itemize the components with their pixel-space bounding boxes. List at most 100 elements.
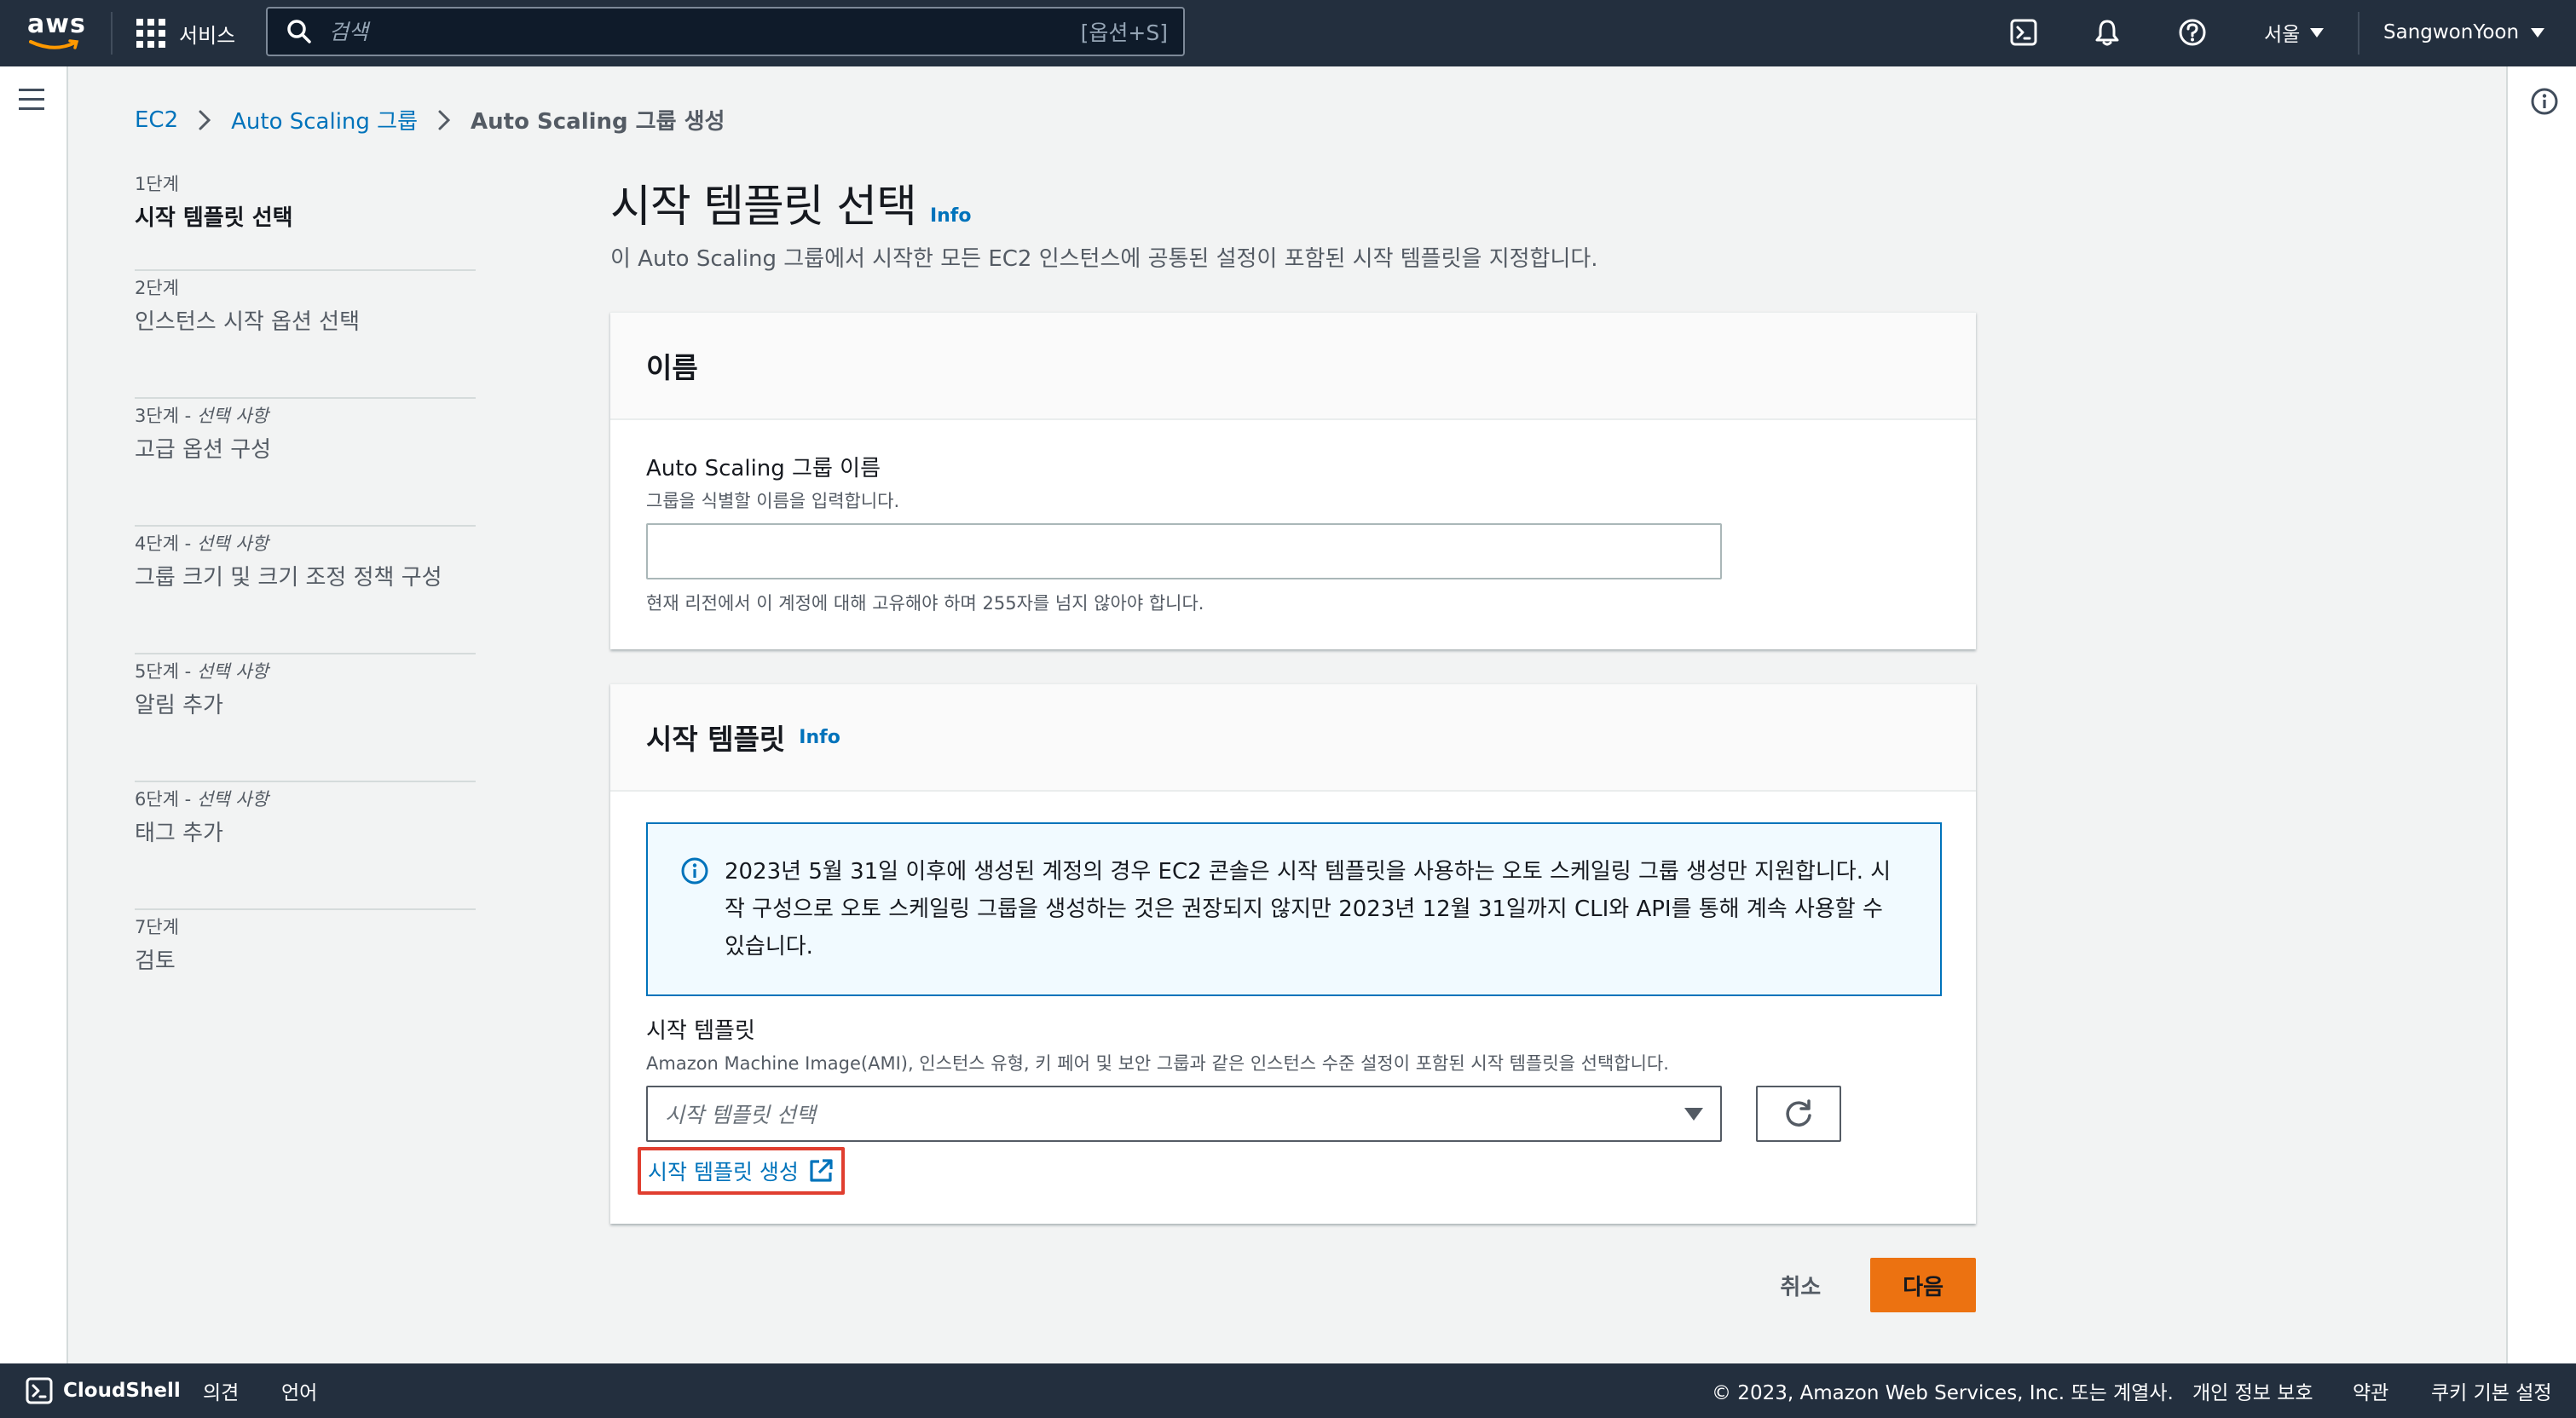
info-panel-icon[interactable] xyxy=(2530,87,2559,116)
select-placeholder: 시작 템플릿 선택 xyxy=(665,1103,816,1127)
caret-down-icon xyxy=(1684,1107,1703,1121)
step-number: 7단계 xyxy=(135,917,180,937)
step-title: 인스턴스 시작 옵션 선택 xyxy=(135,309,360,335)
account-name: SangwonYoon xyxy=(2383,21,2520,43)
step-number: 4단계 - 선택 사항 xyxy=(135,533,269,554)
aws-logo[interactable]: aws xyxy=(27,9,86,53)
asg-name-input[interactable] xyxy=(646,523,1722,579)
notifications-button[interactable] xyxy=(2090,15,2124,49)
asg-name-constraint: 현재 리전에서 이 계정에 대해 고유해야 하며 255자를 넘지 않아야 합니… xyxy=(646,593,1204,614)
asg-name-description: 그룹을 식별할 이름을 입력합니다. xyxy=(646,491,900,511)
help-icon xyxy=(2179,19,2206,46)
alert-message: 2023년 5월 31일 이후에 생성된 계정의 경우 EC2 콘솔은 시작 템… xyxy=(725,859,1892,960)
region-selector[interactable]: 서울 xyxy=(2264,15,2325,49)
nav-divider xyxy=(111,12,113,55)
refresh-icon xyxy=(1786,1099,1811,1127)
step-title: 그룹 크기 및 크기 조정 정책 구성 xyxy=(135,565,442,591)
name-panel: 이름 Auto Scaling 그룹 이름 그룹을 식별할 이름을 입력합니다.… xyxy=(610,312,1976,649)
search-icon xyxy=(287,20,311,43)
breadcrumb-current: Auto Scaling 그룹 생성 xyxy=(471,109,725,135)
breadcrumb: EC2 Auto Scaling 그룹 Auto Scaling 그룹 생성 xyxy=(135,104,725,135)
step-number: 5단계 - 선택 사항 xyxy=(135,661,269,682)
main-content: 시작 템플릿 선택 Info 이 Auto Scaling 그룹에서 시작한 모… xyxy=(610,170,1976,1312)
step-number: 2단계 xyxy=(135,278,180,298)
create-launch-template-link[interactable]: 시작 템플릿 생성 xyxy=(638,1147,845,1195)
refresh-button[interactable] xyxy=(1756,1086,1841,1142)
caret-down-icon xyxy=(2531,27,2545,37)
aws-logo-text: aws xyxy=(27,9,86,39)
launch-template-label: 시작 템플릿 xyxy=(646,1018,755,1044)
wizard-step-5[interactable]: 5단계 - 선택 사항 알림 추가 xyxy=(135,654,476,782)
services-label: 서비스 xyxy=(179,23,236,48)
step-title: 검토 xyxy=(135,948,176,974)
launch-template-select-row: 시작 템플릿 선택 xyxy=(646,1086,1942,1142)
wizard-step-6[interactable]: 6단계 - 선택 사항 태그 추가 xyxy=(135,782,476,910)
search-shortcut-hint: [옵션+S] xyxy=(1080,20,1168,45)
page-header: 시작 템플릿 선택 Info xyxy=(610,170,1976,234)
copyright-text: © 2023, Amazon Web Services, Inc. 또는 계열사… xyxy=(1712,1382,2174,1404)
wizard-actions: 취소 다음 xyxy=(610,1258,1976,1312)
cloudshell-footer-button[interactable]: CloudShell xyxy=(26,1377,181,1404)
page-title: 시작 템플릿 선택 xyxy=(610,182,917,233)
cloudshell-button[interactable] xyxy=(2007,15,2041,49)
search-input[interactable] xyxy=(329,19,1081,44)
cancel-button[interactable]: 취소 xyxy=(1754,1258,1846,1312)
info-link[interactable]: Info xyxy=(930,205,972,227)
step-number: 3단계 - 선택 사항 xyxy=(135,406,269,426)
top-navigation: aws 서비스 [옵션+S] xyxy=(0,0,2576,66)
wizard-step-4[interactable]: 4단계 - 선택 사항 그룹 크기 및 크기 조정 정책 구성 xyxy=(135,527,476,654)
panel-title: 이름 xyxy=(646,351,698,384)
asg-name-label: Auto Scaling 그룹 이름 xyxy=(646,456,881,481)
wizard-step-7[interactable]: 7단계 검토 xyxy=(135,910,476,1038)
step-title: 알림 추가 xyxy=(135,693,223,718)
help-button[interactable] xyxy=(2175,15,2209,49)
account-menu[interactable]: SangwonYoon xyxy=(2383,15,2545,49)
chevron-right-icon xyxy=(199,110,211,130)
panel-body: 2023년 5월 31일 이후에 생성된 계정의 경우 EC2 콘솔은 시작 템… xyxy=(610,822,1976,1224)
region-label: 서울 xyxy=(2264,24,2301,46)
panel-header: 시작 템플릿 Info xyxy=(610,684,1976,792)
page-description: 이 Auto Scaling 그룹에서 시작한 모든 EC2 인스턴스에 공통된… xyxy=(610,246,1598,272)
info-link[interactable]: Info xyxy=(799,727,840,748)
wizard-step-2[interactable]: 2단계 인스턴스 시작 옵션 선택 xyxy=(135,271,476,399)
caret-down-icon xyxy=(2310,27,2325,37)
launch-template-select[interactable]: 시작 템플릿 선택 xyxy=(646,1086,1722,1142)
search-bar[interactable]: [옵션+S] xyxy=(266,7,1185,56)
step-title: 고급 옵션 구성 xyxy=(135,437,272,463)
bell-icon xyxy=(2095,20,2119,46)
launch-template-description: Amazon Machine Image(AMI), 인스턴스 유형, 키 페어… xyxy=(646,1053,1669,1074)
right-tools-rail xyxy=(2506,66,2576,1363)
info-icon xyxy=(681,857,708,885)
nav-divider xyxy=(2358,12,2359,55)
panel-title: 시작 템플릿 xyxy=(646,723,786,756)
terms-link[interactable]: 약관 xyxy=(2353,1376,2388,1405)
cloudshell-label: CloudShell xyxy=(63,1380,181,1402)
breadcrumb-link-asg[interactable]: Auto Scaling 그룹 xyxy=(231,104,418,135)
create-launch-template-label: 시작 템플릿 생성 xyxy=(648,1160,799,1185)
info-alert: 2023년 5월 31일 이후에 생성된 계정의 경우 EC2 콘솔은 시작 템… xyxy=(646,822,1942,996)
wizard-step-3[interactable]: 3단계 - 선택 사항 고급 옵션 구성 xyxy=(135,399,476,527)
breadcrumb-link-ec2[interactable]: EC2 xyxy=(135,107,178,133)
terminal-icon xyxy=(26,1377,53,1404)
menu-icon[interactable] xyxy=(19,89,46,111)
step-number: 6단계 - 선택 사항 xyxy=(135,789,269,810)
step-number: 1단계 xyxy=(135,174,180,194)
chevron-right-icon xyxy=(438,110,451,130)
privacy-link[interactable]: 개인 정보 보호 xyxy=(2192,1376,2313,1405)
services-menu-button[interactable]: 서비스 xyxy=(136,14,235,53)
wizard-steps: 1단계 시작 템플릿 선택 2단계 인스턴스 시작 옵션 선택 3단계 - 선택… xyxy=(135,170,476,1038)
feedback-link[interactable]: 의견 xyxy=(203,1376,239,1405)
step-title: 태그 추가 xyxy=(135,821,223,846)
next-button[interactable]: 다음 xyxy=(1870,1258,1976,1312)
terminal-icon xyxy=(2010,19,2037,46)
language-link[interactable]: 언어 xyxy=(281,1376,317,1405)
left-navigation-rail xyxy=(0,66,68,1363)
panel-header: 이름 xyxy=(610,313,1976,420)
aws-smile-icon xyxy=(29,39,79,49)
external-link-icon xyxy=(810,1159,833,1182)
cookie-preferences-link[interactable]: 쿠키 기본 설정 xyxy=(2431,1376,2552,1405)
footer: CloudShell 의견 언어 © 2023, Amazon Web Serv… xyxy=(0,1363,2576,1418)
panel-body: Auto Scaling 그룹 이름 그룹을 식별할 이름을 입력합니다. 현재… xyxy=(610,420,1976,649)
launch-template-panel: 시작 템플릿 Info 2023년 5월 31일 이후에 생성된 계정의 경우 … xyxy=(610,683,1976,1224)
wizard-step-1: 1단계 시작 템플릿 선택 xyxy=(135,170,476,271)
